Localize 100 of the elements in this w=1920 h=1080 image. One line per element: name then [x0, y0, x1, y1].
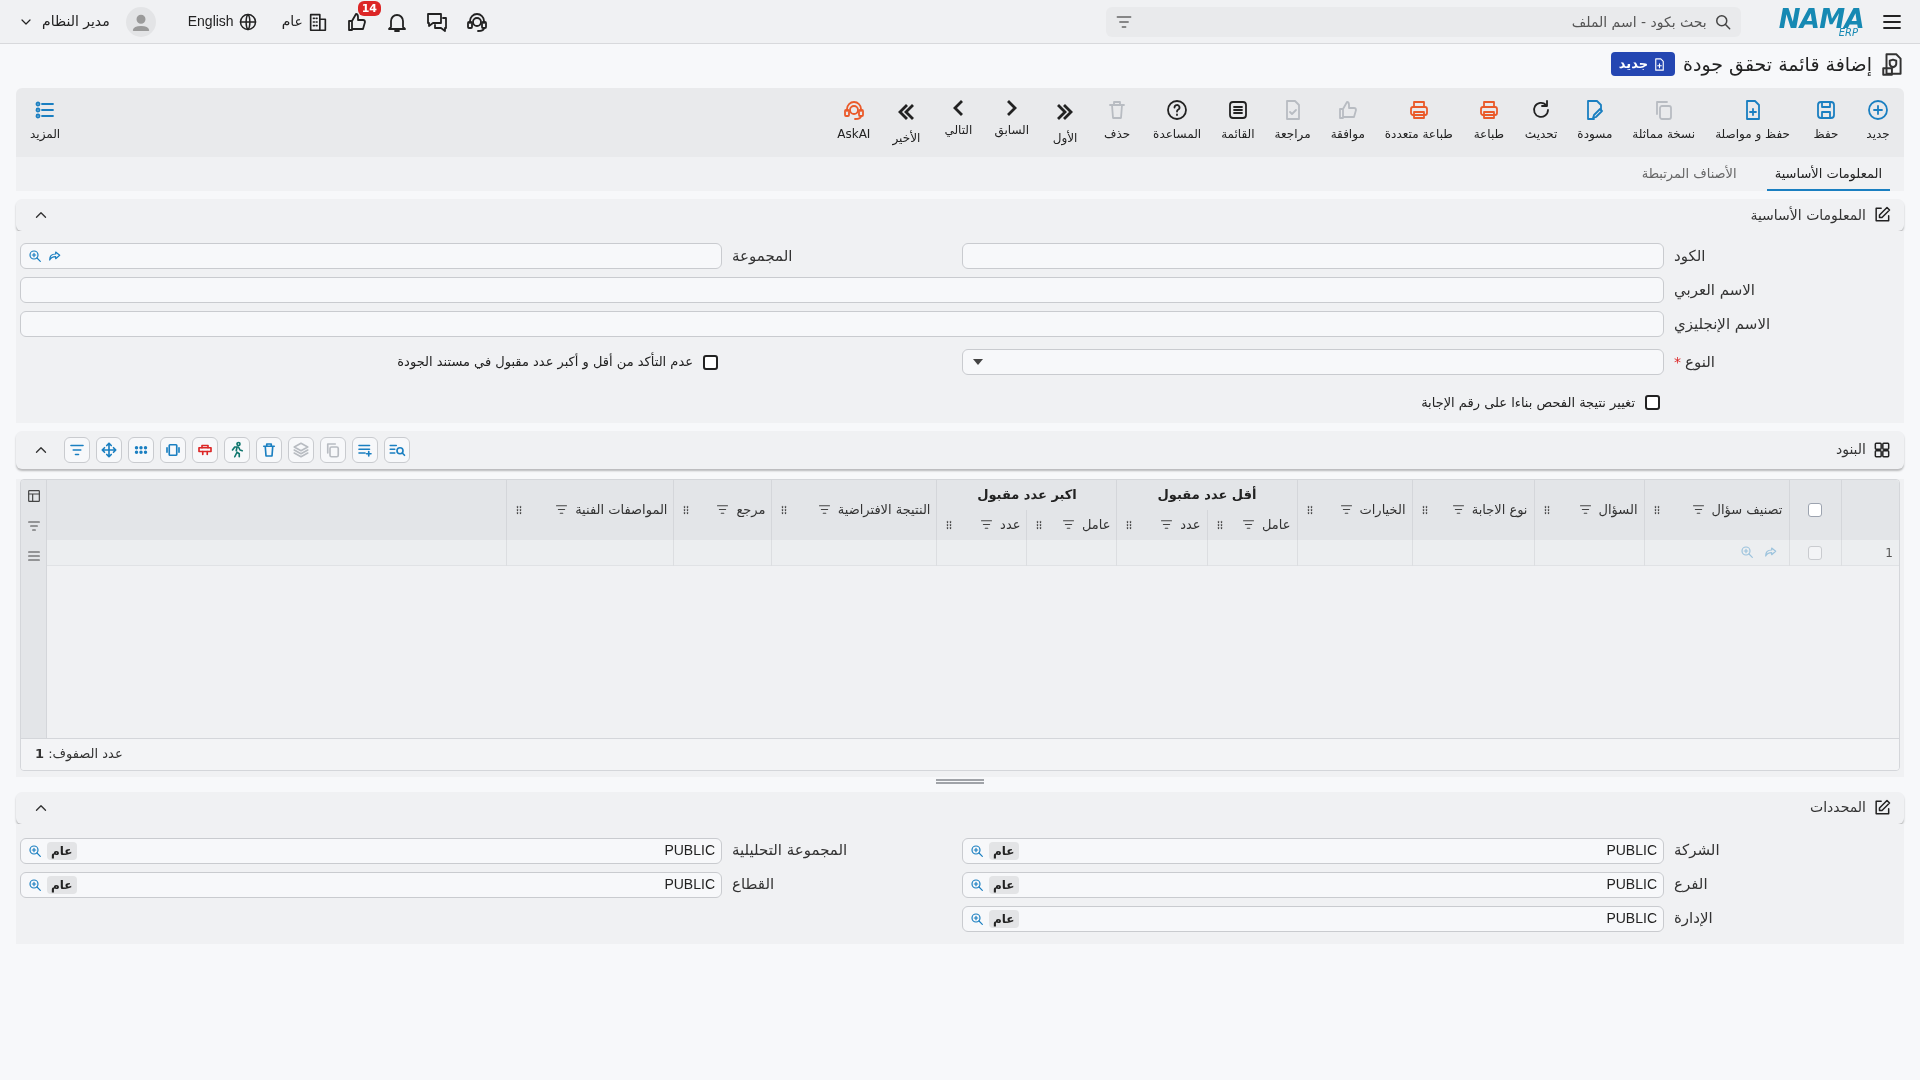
toolbar-button[interactable]: نسخة مماثلة	[1628, 98, 1700, 143]
filter-icon[interactable]	[554, 502, 570, 517]
logo-subtext: ERP	[1838, 27, 1858, 38]
column-group-header: أقل عدد مقبول	[1157, 486, 1257, 502]
column-header: نوع الاجابة	[1471, 500, 1528, 520]
tag: عام	[989, 841, 1019, 860]
checkbox[interactable]	[1645, 395, 1660, 411]
select-field[interactable]	[962, 349, 1664, 375]
field-value: PUBLIC	[1605, 875, 1657, 894]
search-field[interactable]: بحث بكود - اسم الملف	[1105, 6, 1741, 37]
toolbar-button[interactable]: حذف	[1097, 98, 1138, 143]
column-header: عدد	[1180, 515, 1201, 534]
field-label: الإدارة	[1674, 908, 1713, 930]
tag: عام	[47, 875, 77, 894]
search-icon[interactable]	[27, 248, 43, 264]
language-button[interactable]: English	[187, 11, 258, 32]
toolbar-button[interactable]: حفظ	[1806, 98, 1846, 143]
field-label: المجموعة التحليلية	[732, 840, 848, 862]
column-group-header: اكبر عدد مقبول	[977, 486, 1077, 502]
column-header: المواصفات الفنية	[575, 500, 668, 520]
tab[interactable]: الأصناف المرتبطة	[1633, 163, 1745, 191]
toolbar-button[interactable]: جديد	[1858, 98, 1898, 143]
edit-icon	[1872, 205, 1892, 225]
more-button[interactable]: المزيد	[30, 98, 61, 143]
new-badge[interactable]: جديد	[1610, 52, 1676, 76]
field-value: PUBLIC	[663, 841, 715, 860]
search-icon[interactable]	[969, 876, 985, 893]
field-label: الاسم الإنجليزي	[1674, 313, 1771, 336]
filter-icon[interactable]	[1577, 502, 1593, 517]
field-label: الاسم العربي	[1674, 279, 1755, 302]
filter-icon[interactable]	[1450, 502, 1466, 517]
toolbar-button[interactable]: الأخير	[886, 98, 927, 147]
toolbar-button[interactable]: مسودة	[1573, 98, 1617, 143]
field-label: النوع	[1685, 351, 1715, 373]
filter-icon[interactable]	[715, 502, 731, 517]
column-header: النتيجة الافتراضية	[837, 500, 931, 519]
organization-label[interactable]: عام	[281, 11, 303, 32]
field-label: الكود	[1674, 245, 1706, 267]
checkbox[interactable]	[703, 354, 718, 370]
globe-icon	[237, 11, 258, 32]
search-icon[interactable]	[27, 842, 43, 859]
search-icon[interactable]	[969, 910, 985, 927]
filter-icon[interactable]	[816, 502, 832, 517]
column-header: عامل	[1081, 515, 1111, 534]
text-field[interactable]	[20, 277, 1664, 303]
search-icon[interactable]	[969, 842, 985, 859]
edit-icon	[1872, 797, 1892, 818]
tag: عام	[989, 909, 1019, 928]
section-title: البنود	[1835, 440, 1866, 460]
row-checkbox[interactable]	[1808, 545, 1822, 560]
row-number: 1	[1885, 546, 1893, 561]
column-header: تصنيف سؤال	[1711, 500, 1783, 520]
checkbox-label: عدم التأكد من أقل و أكبر عدد مقبول في مستند الجودة	[397, 352, 693, 372]
select-all-checkbox[interactable]	[1808, 503, 1822, 517]
field-value: PUBLIC	[1605, 909, 1657, 928]
search-icon[interactable]	[27, 876, 43, 893]
toolbar-button[interactable]: طباعة متعددة	[1380, 98, 1457, 143]
column-header: عدد	[1000, 515, 1021, 534]
toolbar-button[interactable]: القائمة	[1217, 98, 1259, 143]
column-header: السؤال	[1598, 500, 1638, 520]
toolbar-button[interactable]: موافقة	[1326, 98, 1369, 143]
column-header: الخيارات	[1359, 500, 1406, 519]
share-icon[interactable]	[47, 248, 63, 264]
resize-handle[interactable]	[936, 778, 984, 784]
toolbar-button[interactable]: تحديث	[1520, 98, 1562, 143]
tab[interactable]: المعلومات الأساسية	[1766, 163, 1890, 191]
toolbar-button[interactable]: مراجعة	[1270, 98, 1315, 143]
field-label: الفرع	[1674, 874, 1708, 896]
filter-icon[interactable]	[1240, 517, 1256, 532]
text-field[interactable]	[962, 243, 1664, 269]
toolbar-button[interactable]: الأول	[1045, 98, 1086, 147]
toolbar-button[interactable]: المساعدة	[1149, 98, 1206, 143]
field-label: الشركة	[1674, 840, 1720, 862]
filter-icon[interactable]	[1159, 517, 1175, 532]
tag: عام	[989, 875, 1019, 894]
user-name[interactable]: مدير النظام	[42, 11, 110, 32]
field-label: القطاع	[732, 874, 775, 896]
lookup-field[interactable]	[20, 243, 722, 269]
section-title: المعلومات الأساسية	[1750, 205, 1866, 226]
toolbar-button[interactable]: السابق	[990, 98, 1034, 139]
column-header: مرجع	[736, 500, 766, 519]
required-mark: *	[1674, 352, 1681, 372]
field-value: PUBLIC	[663, 875, 715, 894]
table-icon[interactable]	[25, 487, 42, 504]
toolbar-button[interactable]: التالي	[938, 98, 979, 139]
column-header: عامل	[1261, 515, 1291, 534]
notification-badge: 14	[357, 0, 381, 16]
page-title: إضافة قائمة تحقق جودة	[1683, 51, 1872, 78]
field-value: PUBLIC	[1605, 841, 1657, 860]
filter-icon[interactable]	[1338, 502, 1354, 517]
filter-icon[interactable]	[1060, 517, 1076, 532]
field-label: المجموعة	[732, 245, 793, 267]
dropdown-caret-icon	[973, 359, 983, 365]
toolbar-button[interactable]: حفظ و مواصلة	[1711, 98, 1794, 143]
toolbar-button[interactable]: AskAI	[833, 98, 875, 143]
toolbar-button[interactable]: طباعة	[1468, 98, 1509, 143]
filter-icon[interactable]	[1690, 502, 1706, 517]
filter-icon[interactable]	[979, 517, 995, 532]
text-field[interactable]	[20, 311, 1664, 337]
section-title: المحددات	[1810, 798, 1866, 817]
